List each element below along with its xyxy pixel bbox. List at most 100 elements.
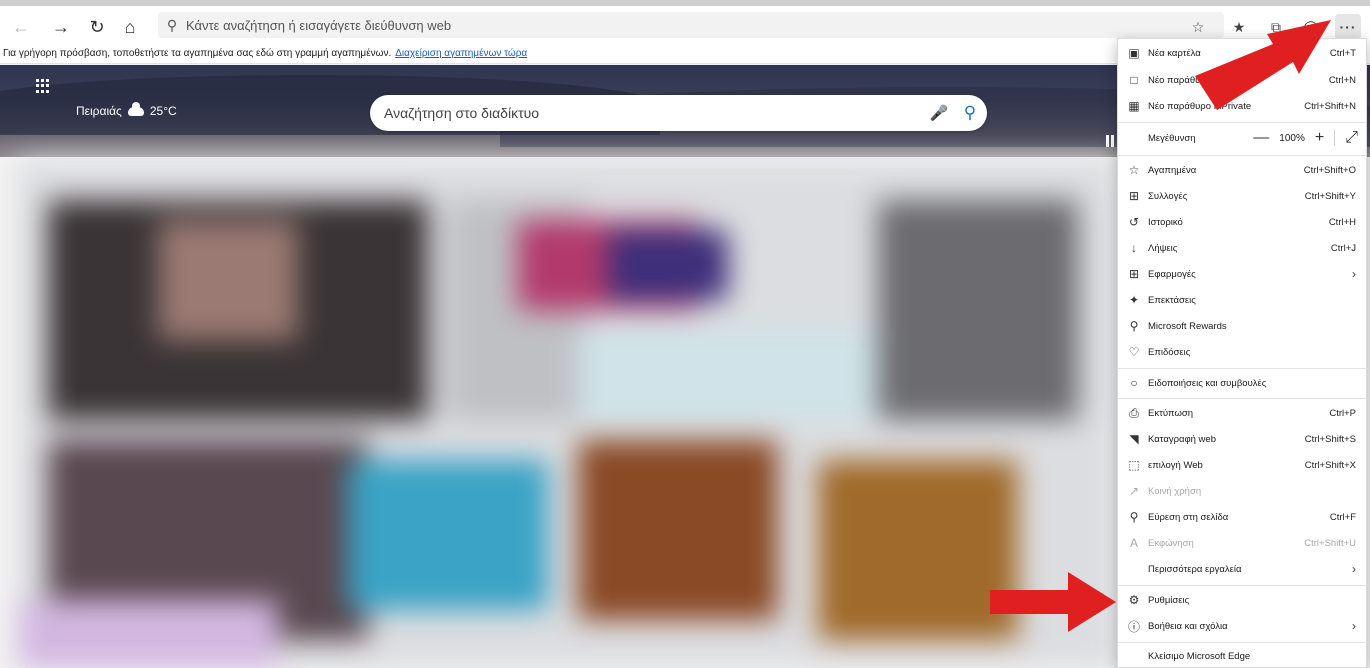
mic-icon[interactable]: 🎤	[925, 104, 953, 122]
apps-grid-icon[interactable]	[36, 79, 50, 93]
menu-shortcut: Ctrl+J	[1330, 242, 1356, 254]
favorites-icon: ☆	[1128, 163, 1140, 177]
menu-zoom: Μεγέθυνση — 100% + ⤢	[1118, 127, 1366, 149]
help-icon: ⓘ	[1128, 619, 1141, 634]
menu-shortcut: Ctrl+F	[1329, 511, 1356, 523]
bell-icon: ○	[1130, 376, 1138, 390]
menu-downloads[interactable]: ↓ Λήψεις Ctrl+J	[1118, 237, 1366, 259]
cloud-icon	[127, 101, 144, 116]
search-icon: ⚲	[166, 16, 178, 33]
menu-label: Ειδοποιήσεις και συμβουλές	[1148, 377, 1267, 389]
red-arrow-annotation	[1195, 20, 1331, 110]
menu-share[interactable]: ↗ Κοινή χρήση	[1118, 480, 1366, 502]
menu-label: Εκτύπωση	[1148, 407, 1194, 419]
menu-close-edge[interactable]: Κλείσιμο Microsoft Edge	[1118, 645, 1366, 667]
menu-label: Κλείσιμο Microsoft Edge	[1148, 650, 1251, 662]
menu-performance[interactable]: ♡ Επιδόσεις	[1118, 341, 1366, 363]
refresh-icon[interactable]: ↻	[82, 12, 112, 42]
menu-label: Επεκτάσεις	[1148, 294, 1196, 306]
menu-label: Microsoft Rewards	[1148, 320, 1227, 332]
address-bar[interactable]: ⚲ Κάντε αναζήτηση ή εισαγάγετε διεύθυνση…	[158, 12, 1224, 38]
menu-shortcut: Ctrl+H	[1328, 216, 1356, 228]
apps-icon: ⊞	[1128, 267, 1140, 281]
menu-label: Συλλογές	[1148, 190, 1188, 202]
menu-favorites[interactable]: ☆ Αγαπημένα Ctrl+Shift+O	[1118, 159, 1366, 181]
menu-separator	[1118, 398, 1366, 399]
menu-separator	[1118, 155, 1366, 156]
inprivate-icon: ▦	[1128, 99, 1140, 113]
zoom-value: 100%	[1279, 132, 1305, 144]
menu-label: Κοινή χρήση	[1148, 485, 1202, 497]
share-icon: ↗	[1128, 484, 1140, 498]
zoom-divider	[1334, 130, 1336, 146]
new-window-icon: □	[1130, 73, 1138, 87]
blurred-news-feed	[18, 160, 1118, 668]
menu-find[interactable]: ⚲ Εύρεση στη σελίδα Ctrl+F	[1118, 506, 1366, 528]
menu-extensions[interactable]: ✦ Επεκτάσεις	[1118, 289, 1366, 311]
menu-separator	[1118, 368, 1366, 369]
menu-notifications[interactable]: ○ Ειδοποιήσεις και συμβουλές	[1118, 372, 1366, 394]
weather-widget[interactable]: Πειραιάς 25°C	[76, 101, 177, 118]
new-tab-icon: ▣	[1128, 46, 1140, 60]
menu-label: Καταγραφή web	[1148, 433, 1216, 445]
menu-web-capture[interactable]: ◥ Καταγραφή web Ctrl+Shift+S	[1118, 428, 1366, 450]
menu-more-tools[interactable]: Περισσότερα εργαλεία ›	[1118, 558, 1366, 580]
extensions-icon: ✦	[1128, 293, 1140, 307]
menu-separator	[1118, 585, 1366, 586]
menu-help[interactable]: ⓘ Βοήθεια και σχόλια ›	[1118, 615, 1366, 637]
rewards-icon: ⚲	[1129, 319, 1139, 333]
menu-apps[interactable]: ⊞ Εφαρμογές ›	[1118, 263, 1366, 285]
menu-print[interactable]: ⎙ Εκτύπωση Ctrl+P	[1118, 402, 1366, 424]
menu-label: Επιδόσεις	[1148, 346, 1191, 358]
menu-rewards[interactable]: ⚲ Microsoft Rewards	[1118, 315, 1366, 337]
forward-icon[interactable]: →	[46, 12, 76, 42]
menu-read-aloud[interactable]: A Εκφώνηση Ctrl+Shift+U	[1118, 532, 1366, 554]
web-search-box[interactable]: Αναζήτηση στο διαδίκτυο 🎤 ⚲	[370, 95, 987, 131]
address-placeholder: Κάντε αναζήτηση ή εισαγάγετε διεύθυνση w…	[186, 17, 452, 33]
menu-label: Βοήθεια και σχόλια	[1148, 620, 1228, 632]
menu-label: Εκφώνηση	[1148, 537, 1194, 549]
heart-pulse-icon: ♡	[1128, 345, 1140, 359]
menu-label: Περισσότερα εργαλεία	[1148, 563, 1242, 575]
menu-separator	[1118, 122, 1366, 123]
chevron-right-icon: ›	[1352, 619, 1356, 633]
menu-shortcut: Ctrl+Shift+Y	[1304, 190, 1356, 202]
web-capture-icon: ◥	[1129, 432, 1139, 446]
menu-separator	[1118, 642, 1366, 643]
zoom-out-button[interactable]: —	[1253, 129, 1269, 147]
menu-label: Ρυθμίσεις	[1148, 594, 1190, 606]
read-aloud-icon: A	[1129, 536, 1138, 550]
pause-icon[interactable]	[1106, 135, 1114, 147]
weather-city: Πειραιάς	[76, 104, 122, 118]
menu-label: Λήψεις	[1148, 242, 1178, 254]
menu-collections[interactable]: ⊞ Συλλογές Ctrl+Shift+Y	[1118, 185, 1366, 207]
red-arrow-annotation	[990, 572, 1116, 632]
menu-shortcut: Ctrl+Shift+X	[1304, 459, 1356, 471]
download-icon: ↓	[1131, 241, 1137, 255]
menu-label: Αγαπημένα	[1148, 164, 1197, 176]
menu-shortcut: Ctrl+Shift+S	[1304, 433, 1356, 445]
gear-icon: ⚙	[1128, 593, 1140, 607]
zoom-in-button[interactable]: +	[1315, 129, 1324, 147]
chevron-right-icon: ›	[1352, 562, 1356, 576]
favorites-bar-text: Για γρήγορη πρόσβαση, τοποθετήστε τα αγα…	[3, 48, 392, 59]
chevron-right-icon: ›	[1352, 267, 1356, 281]
weather-temp: 25°C	[149, 104, 177, 118]
menu-history[interactable]: ↺ Ιστορικό Ctrl+H	[1118, 211, 1366, 233]
menu-web-select[interactable]: ⬚ επιλογή Web Ctrl+Shift+X	[1118, 454, 1366, 476]
menu-settings[interactable]: ⚙ Ρυθμίσεις	[1118, 589, 1366, 611]
menu-label: Εφαρμογές	[1148, 268, 1196, 280]
menu-shortcut: Ctrl+P	[1329, 407, 1356, 419]
menu-label: Ιστορικό	[1148, 216, 1183, 228]
menu-shortcut: Ctrl+Shift+U	[1304, 537, 1356, 549]
more-icon[interactable]: ···	[1335, 14, 1361, 40]
fullscreen-icon[interactable]: ⤢	[1345, 129, 1358, 147]
web-select-icon: ⬚	[1128, 458, 1140, 472]
magnifier-icon[interactable]: ⚲	[953, 103, 987, 123]
history-icon: ↺	[1128, 215, 1140, 229]
back-icon[interactable]: ←	[6, 12, 36, 42]
home-icon[interactable]: ⌂	[115, 12, 145, 42]
menu-label: Εύρεση στη σελίδα	[1148, 511, 1229, 523]
manage-favorites-link[interactable]: Διαχείριση αγαπημένων τώρα	[395, 48, 527, 59]
menu-label: επιλογή Web	[1148, 459, 1203, 471]
